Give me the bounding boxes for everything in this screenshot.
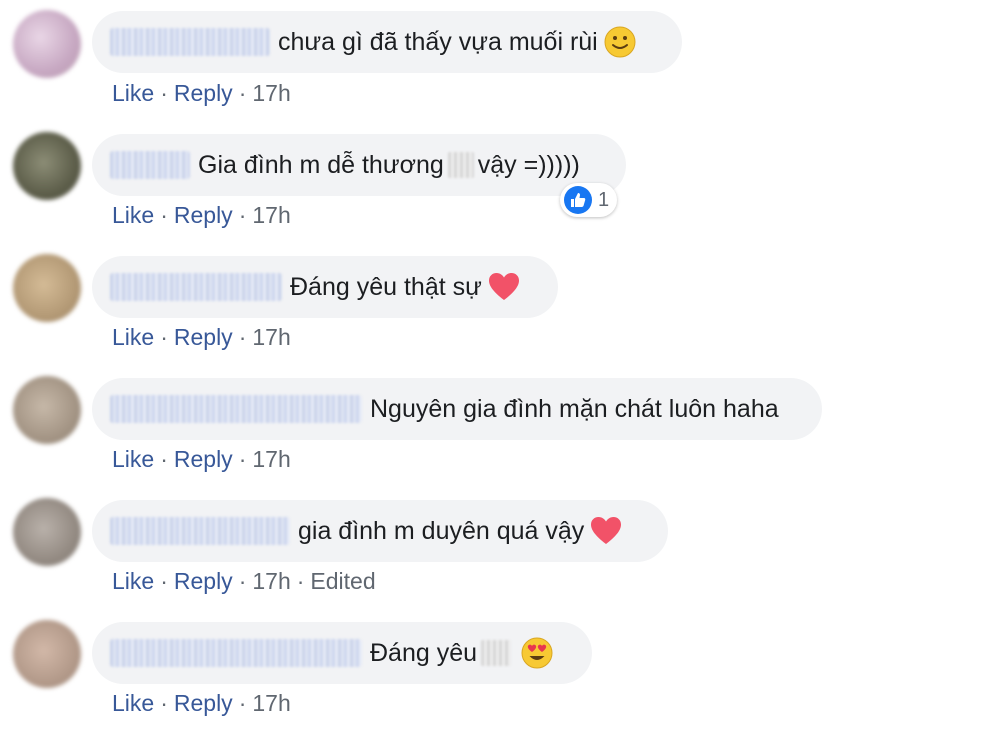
redacted-author-name[interactable] — [110, 273, 282, 301]
separator-dot: · — [160, 324, 168, 350]
comment-bubble: Đáng yêu thật sự — [92, 256, 558, 318]
comment-actions: Like · Reply · 17h — [112, 690, 291, 717]
redacted-word — [447, 152, 474, 178]
comment-text: gia đình m duyên quá vậy — [298, 516, 585, 545]
separator-dot: · — [238, 80, 247, 106]
avatar[interactable] — [13, 498, 81, 566]
comment-actions: Like · Reply · 17h — [112, 202, 291, 229]
reply-link[interactable]: Reply — [174, 446, 233, 472]
reply-link[interactable]: Reply — [174, 80, 233, 106]
comment-text: Đáng yêu thật sự — [290, 272, 482, 301]
comment: chưa gì đã thấy vựa muối rùi Like · Reply ·… — [0, 0, 986, 122]
comment-actions: Like · Reply · 17h — [112, 80, 291, 107]
comment-text: Gia đình m dễ thương — [198, 150, 444, 179]
reply-link[interactable]: Reply — [174, 690, 233, 716]
comment-actions: Like · Reply · 17h — [112, 446, 291, 473]
comment: Đáng yêu Like · Reply · 17h — [0, 610, 986, 732]
reply-link[interactable]: Reply — [174, 202, 233, 228]
separator-dot: · — [160, 446, 168, 472]
like-link[interactable]: Like — [112, 446, 154, 472]
redacted-author-name[interactable] — [110, 395, 362, 423]
comment-bubble: gia đình m duyên quá vậy — [92, 500, 668, 562]
redacted-author-name[interactable] — [110, 639, 362, 667]
comment-text: chưa gì đã thấy vựa muối rùi — [278, 27, 598, 56]
comment-actions: Like · Reply · 17h — [112, 324, 291, 351]
heart-eyes-face-icon — [521, 637, 553, 669]
edited-label[interactable]: Edited — [310, 568, 375, 594]
separator-dot: · — [238, 324, 247, 350]
reaction-count: 1 — [598, 188, 610, 211]
like-link[interactable]: Like — [112, 690, 154, 716]
like-link[interactable]: Like — [112, 202, 154, 228]
separator-dot: · — [160, 690, 168, 716]
timestamp-link[interactable]: 17h — [252, 80, 290, 106]
timestamp-link[interactable]: 17h — [252, 690, 290, 716]
comment: gia đình m duyên quá vậy Like · Reply · 17h ·… — [0, 488, 986, 610]
like-link[interactable]: Like — [112, 324, 154, 350]
comment: Gia đình m dễ thương vậy =))))) 1 Like · R… — [0, 122, 986, 244]
comment-bubble: Đáng yêu — [92, 622, 592, 684]
redacted-author-name[interactable] — [110, 28, 270, 56]
comment-bubble: chưa gì đã thấy vựa muối rùi — [92, 11, 682, 73]
separator-dot: · — [238, 568, 247, 594]
comment-text-end: vậy =))))) — [477, 150, 580, 179]
like-link[interactable]: Like — [112, 80, 154, 106]
redacted-author-name[interactable] — [110, 151, 190, 179]
reply-link[interactable]: Reply — [174, 324, 233, 350]
comment: Đáng yêu thật sự Like · Reply · 17h — [0, 244, 986, 366]
like-link[interactable]: Like — [112, 568, 154, 594]
avatar[interactable] — [13, 132, 81, 200]
timestamp-link[interactable]: 17h — [252, 324, 290, 350]
reply-link[interactable]: Reply — [174, 568, 233, 594]
avatar[interactable] — [13, 254, 81, 322]
heart-icon — [591, 517, 622, 544]
comment-text: Nguyên gia đình mặn chát luôn haha — [370, 394, 779, 423]
like-reaction-icon — [564, 186, 592, 214]
separator-dot: · — [238, 690, 247, 716]
separator-dot: · — [160, 80, 168, 106]
redacted-word — [481, 640, 512, 666]
timestamp-link[interactable]: 17h — [252, 202, 290, 228]
separator-dot: · — [238, 202, 247, 228]
separator-dot: · — [296, 568, 305, 594]
timestamp-link[interactable]: 17h — [252, 568, 290, 594]
comment-bubble: Nguyên gia đình mặn chát luôn haha — [92, 378, 822, 440]
separator-dot: · — [160, 202, 168, 228]
reaction-summary[interactable]: 1 — [560, 183, 618, 217]
avatar[interactable] — [13, 620, 81, 688]
comment-actions: Like · Reply · 17h · Edited — [112, 568, 376, 595]
separator-dot: · — [238, 446, 247, 472]
comment: Nguyên gia đình mặn chát luôn haha Like ·… — [0, 366, 986, 488]
redacted-author-name[interactable] — [110, 517, 290, 545]
heart-icon — [488, 273, 519, 300]
avatar[interactable] — [13, 376, 81, 444]
comment-bubble: Gia đình m dễ thương vậy =))))) — [92, 134, 626, 196]
slightly-smiling-face-icon — [604, 26, 636, 58]
timestamp-link[interactable]: 17h — [252, 446, 290, 472]
comment-text: Đáng yêu — [370, 638, 478, 667]
separator-dot: · — [160, 568, 168, 594]
avatar[interactable] — [13, 10, 81, 78]
